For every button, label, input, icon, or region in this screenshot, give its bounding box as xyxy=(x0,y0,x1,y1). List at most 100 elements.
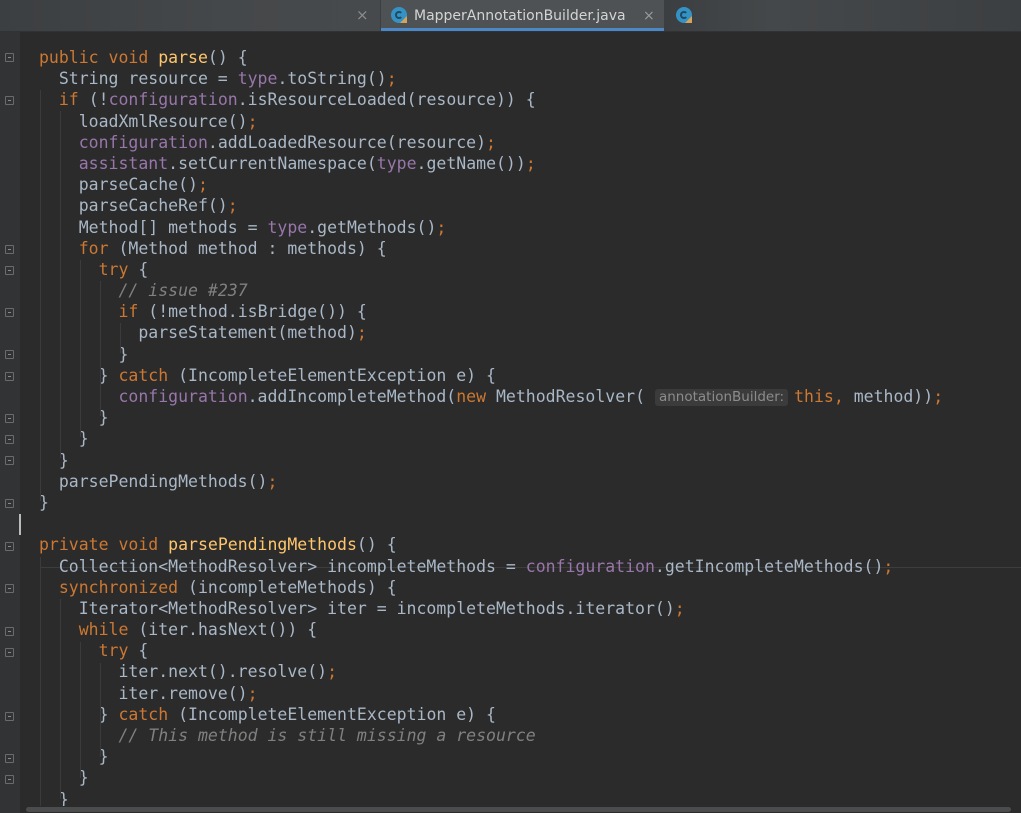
fold-marker-icon[interactable] xyxy=(5,372,14,381)
code-token: try xyxy=(98,641,139,661)
code-line[interactable]: // This method is still missing a resour… xyxy=(39,725,1014,746)
class-icon xyxy=(391,7,407,23)
fold-marker-icon[interactable] xyxy=(5,456,14,465)
code-line[interactable]: while (iter.hasNext()) { xyxy=(39,619,1014,640)
code-token: } xyxy=(39,365,119,385)
code-token: } xyxy=(39,408,109,428)
code-token: type xyxy=(376,153,417,173)
code-token: .getIncompleteMethods() xyxy=(654,556,884,576)
fold-marker-icon[interactable] xyxy=(5,350,14,359)
indent-guide xyxy=(60,599,61,799)
fold-marker-icon[interactable] xyxy=(5,96,14,105)
code-token: } xyxy=(39,429,89,449)
fold-marker-icon[interactable] xyxy=(5,499,14,508)
code-line[interactable]: configuration.addLoadedResource(resource… xyxy=(39,132,1014,153)
code-token: catch xyxy=(118,365,179,385)
code-token: } xyxy=(39,344,129,364)
code-token: void xyxy=(118,535,169,555)
code-line[interactable]: iter.remove(); xyxy=(39,683,1014,704)
indent-guide xyxy=(120,323,121,353)
code-token: ; xyxy=(486,132,496,152)
tab-next[interactable] xyxy=(666,0,1021,31)
parameter-hint: annotationBuilder: xyxy=(654,389,789,406)
code-token: .addIncompleteMethod( xyxy=(247,387,457,406)
code-token: .setCurrentNamespace( xyxy=(168,153,377,173)
code-token: public xyxy=(39,48,109,67)
code-token: .toString() xyxy=(277,69,387,89)
code-line[interactable]: } xyxy=(39,428,1014,449)
fold-marker-icon[interactable] xyxy=(5,266,14,275)
code-line[interactable]: parseStatement(method); xyxy=(39,322,1014,343)
tab-mapper-annotation-builder[interactable]: MapperAnnotationBuilder.java × xyxy=(381,0,664,31)
fold-marker-icon[interactable] xyxy=(5,754,14,763)
fold-marker-icon[interactable] xyxy=(5,414,14,423)
code-token: ; xyxy=(267,471,278,491)
code-line[interactable]: Collection<MethodResolver> incompleteMet… xyxy=(39,556,1014,577)
code-token: // issue #237 xyxy=(118,281,248,301)
code-token: for xyxy=(78,238,119,258)
code-line[interactable]: } xyxy=(39,767,1014,788)
code-token: ; xyxy=(386,69,397,89)
code-line[interactable]: } xyxy=(39,344,1014,365)
indent-guide xyxy=(40,557,41,807)
indent-guide xyxy=(100,663,101,757)
code-area[interactable]: public void parse() { String resource = … xyxy=(0,47,1014,810)
fold-marker-icon[interactable] xyxy=(5,53,14,62)
code-line[interactable]: parseCacheRef(); xyxy=(39,195,1014,216)
code-token: type xyxy=(237,69,278,89)
code-line[interactable] xyxy=(0,513,1014,535)
fold-marker-icon[interactable] xyxy=(5,648,14,657)
code-line[interactable]: } catch (IncompleteElementException e) { xyxy=(39,704,1014,725)
fold-marker-icon[interactable] xyxy=(5,245,14,254)
code-line[interactable]: try { xyxy=(39,259,1014,280)
close-icon[interactable]: × xyxy=(356,5,369,25)
code-line[interactable]: if (!method.isBridge()) { xyxy=(39,301,1014,322)
fold-marker-icon[interactable] xyxy=(5,584,14,593)
fold-marker-icon[interactable] xyxy=(5,435,14,444)
close-icon[interactable]: × xyxy=(643,6,655,26)
code-line[interactable]: for (Method method : methods) { xyxy=(39,238,1014,259)
code-line[interactable]: } xyxy=(39,450,1014,471)
scrollbar-thumb[interactable] xyxy=(26,807,1011,812)
code-line[interactable]: } catch (IncompleteElementException e) { xyxy=(39,365,1014,386)
code-line[interactable]: Iterator<MethodResolver> iter = incomple… xyxy=(39,598,1014,619)
code-line[interactable]: assistant.setCurrentNamespace(type.getNa… xyxy=(39,153,1014,174)
code-token: while xyxy=(78,620,139,640)
code-token: ; xyxy=(933,387,944,406)
code-line[interactable]: private void parsePendingMethods() { xyxy=(39,534,1014,555)
code-line[interactable]: loadXmlResource(); xyxy=(39,111,1014,132)
code-line[interactable]: } xyxy=(39,492,1014,513)
fold-marker-icon[interactable] xyxy=(5,627,14,636)
fold-marker-icon[interactable] xyxy=(5,308,14,317)
code-line[interactable]: } xyxy=(39,746,1014,767)
code-token: if xyxy=(58,90,89,110)
indent-guide xyxy=(80,260,81,437)
code-token: parseCache() xyxy=(39,175,198,195)
fold-marker-icon[interactable] xyxy=(5,712,14,721)
tab-previous[interactable]: × xyxy=(0,0,380,31)
code-line[interactable]: try { xyxy=(39,640,1014,661)
code-line[interactable]: iter.next().resolve(); xyxy=(39,661,1014,682)
code-line[interactable]: parsePendingMethods(); xyxy=(39,471,1014,492)
code-line[interactable]: synchronized (incompleteMethods) { xyxy=(39,577,1014,598)
code-line[interactable]: if (!configuration.isResourceLoaded(reso… xyxy=(39,89,1014,110)
fold-marker-icon[interactable] xyxy=(5,542,14,551)
code-line[interactable]: String resource = type.toString(); xyxy=(39,68,1014,89)
code-token: if xyxy=(118,302,149,322)
fold-marker-icon[interactable] xyxy=(5,775,14,784)
code-token: ; xyxy=(356,323,367,343)
code-line[interactable]: // issue #237 xyxy=(39,280,1014,301)
code-line[interactable]: parseCache(); xyxy=(39,174,1014,195)
code-line[interactable]: configuration.addIncompleteMethod(new Me… xyxy=(39,386,1014,407)
code-line[interactable]: Method[] methods = type.getMethods(); xyxy=(39,217,1014,238)
code-token: Iterator<MethodResolver> iter = incomple… xyxy=(39,598,675,618)
code-line[interactable]: } xyxy=(39,407,1014,428)
code-line[interactable]: public void parse() { xyxy=(39,47,1014,68)
horizontal-scrollbar[interactable] xyxy=(20,806,1021,813)
code-token: ; xyxy=(247,683,258,703)
code-token: } xyxy=(39,704,119,724)
